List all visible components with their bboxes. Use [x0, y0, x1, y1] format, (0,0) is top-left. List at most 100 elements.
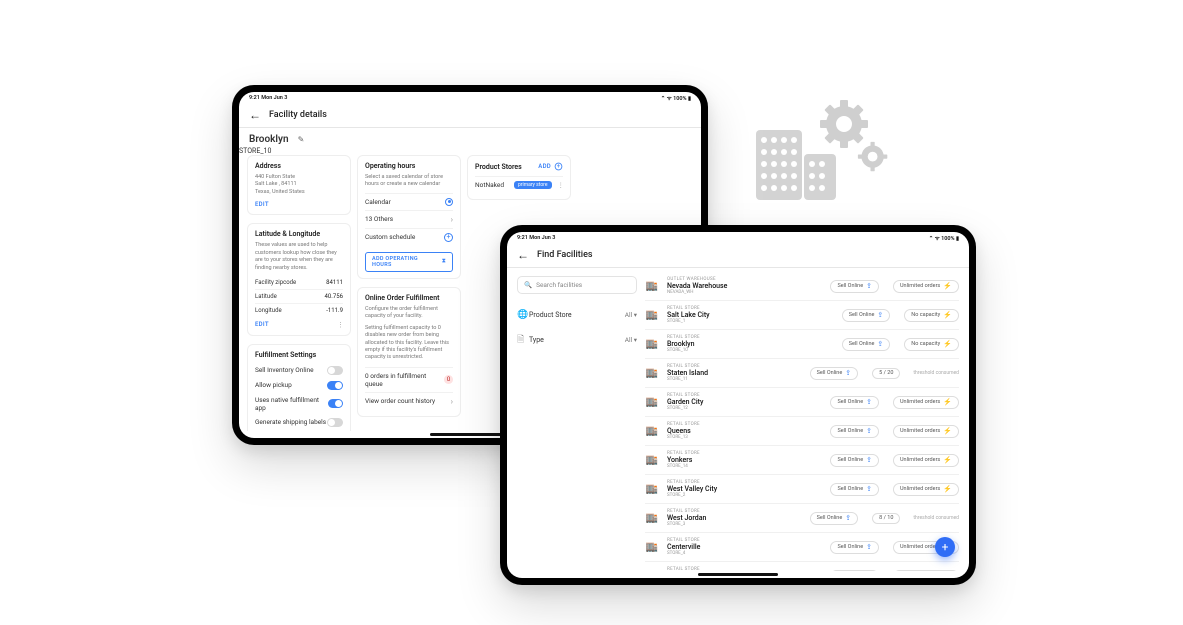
upload-icon: ⇪ — [877, 311, 883, 319]
facility-row[interactable]: 🏬OUTLET WAREHOUSENevada WarehouseNEVADA_… — [645, 272, 959, 301]
sell-online-chip[interactable]: Sell Online ⇪ — [830, 396, 879, 409]
chevron-right-icon: › — [451, 215, 453, 224]
sell-online-chip[interactable]: Sell Online ⇪ — [830, 280, 879, 293]
orders-chip[interactable]: Unlimited orders ⚡ — [893, 425, 959, 438]
document-icon: 🗎 — [517, 332, 529, 348]
facility-row[interactable]: 🏬RETAIL STOREYonkersSTORE_14Sell Online … — [645, 446, 959, 475]
upload-icon: ⇪ — [866, 485, 872, 493]
tablet-find-facilities: 9:21 Mon Jun 3⌃ ᯤ 100% ▮ ← Find Faciliti… — [500, 225, 976, 585]
upload-icon: ⇪ — [866, 398, 872, 406]
edit-latlong-button[interactable]: EDIT — [255, 321, 269, 328]
toggle[interactable] — [328, 399, 343, 408]
orders-chip[interactable]: Unlimited orders ⚡ — [893, 396, 959, 409]
facility-row[interactable]: 🏬RETAIL STORECentervilleSTORE_4Sell Onli… — [645, 533, 959, 562]
fulfill-toggle-row: Allow pickup — [255, 378, 343, 393]
sell-online-chip[interactable]: Sell Online ⇪ — [830, 454, 879, 467]
sell-online-chip[interactable]: Sell Online ⇪ — [830, 541, 879, 554]
fulfill-title: Fulfillment Settings — [255, 351, 343, 359]
edit-name-icon[interactable]: ✎ — [298, 135, 305, 144]
search-input[interactable]: 🔍 Search facilities — [517, 276, 637, 294]
store-icon: 🏬 — [645, 281, 659, 292]
toggle[interactable] — [327, 381, 343, 390]
store-icon: 🏬 — [645, 513, 659, 524]
facility-row[interactable]: 🏬RETAIL STOREGarden CitySTORE_12Sell Onl… — [645, 388, 959, 417]
latlong-title: Latitude & Longitude — [255, 230, 343, 238]
store-icon: 🏬 — [645, 571, 659, 572]
flash-icon: ⚡ — [943, 398, 952, 406]
orders-count-chip[interactable]: 8 / 10 — [872, 513, 900, 524]
edit-address-button[interactable]: EDIT — [255, 201, 343, 208]
store-icon: 🏬 — [645, 426, 659, 437]
toolbar: ← Facility details — [239, 104, 701, 128]
add-circle-icon: + — [444, 233, 453, 242]
status-bar: 9:21 Mon Jun 3⌃ ᯤ 100% ▮ — [507, 232, 969, 244]
add-circle-icon: + — [555, 163, 563, 171]
store-icon: 🏬 — [645, 397, 659, 408]
back-icon[interactable]: ← — [249, 109, 261, 121]
product-store-row: NotNaked primary store ⋮ — [475, 176, 563, 193]
fulfill-toggle-row: Uses native fulfillment app — [255, 393, 343, 415]
orders-count-chip[interactable]: 5 / 20 — [872, 368, 900, 379]
queue-row[interactable]: 0 orders in fulfillment queue 0 — [365, 367, 453, 392]
chevron-right-icon: › — [451, 397, 453, 406]
online-title: Online Order Fulfillment — [365, 294, 453, 302]
upload-icon: ⇪ — [845, 514, 851, 522]
filter-product-store[interactable]: 🌐 Product Store All ▾ — [517, 304, 637, 326]
sell-online-chip[interactable]: Sell Online ⇪ — [830, 570, 879, 572]
hours-others-row[interactable]: 13 Others › — [365, 210, 453, 228]
latlong-menu-icon[interactable]: ⋮ — [337, 321, 343, 329]
sell-online-chip[interactable]: Sell Online ⇪ — [842, 338, 891, 351]
queue-badge: 0 — [444, 375, 453, 384]
sell-online-chip[interactable]: Sell Online ⇪ — [810, 512, 859, 525]
orders-chip[interactable]: Unlimited orders ⚡ — [893, 454, 959, 467]
toggle[interactable] — [327, 366, 343, 375]
upload-icon: ⇪ — [866, 543, 872, 551]
history-row[interactable]: View order count history › — [365, 392, 453, 410]
orders-chip[interactable]: Unlimited orders ⚡ — [893, 483, 959, 496]
sell-online-chip[interactable]: Sell Online ⇪ — [830, 425, 879, 438]
flash-icon: ⚡ — [943, 427, 952, 435]
globe-icon: 🌐 — [517, 310, 529, 320]
decorative-building-gears — [748, 100, 888, 220]
product-stores-title: Product Stores — [475, 163, 522, 171]
sell-online-chip[interactable]: Sell Online ⇪ — [810, 367, 859, 380]
facility-row[interactable]: 🏬RETAIL STOREWest JordanSTORE_3Sell Onli… — [645, 504, 959, 533]
fulfill-toggle-row: Sell Inventory Online — [255, 363, 343, 378]
store-icon: 🏬 — [645, 310, 659, 321]
facility-row[interactable]: 🏬RETAIL STORESouth JordanSTORE_5Sell Onl… — [645, 562, 959, 571]
add-facility-fab[interactable]: + — [935, 537, 955, 557]
page-title: Facility details — [269, 110, 327, 120]
online-fulfillment-card: Online Order Fulfillment Configure the o… — [357, 287, 461, 417]
orders-chip[interactable]: Unlimited orders ⚡ — [893, 280, 959, 293]
orders-chip[interactable]: No capacity ⚡ — [904, 338, 959, 351]
sell-online-chip[interactable]: Sell Online ⇪ — [830, 483, 879, 496]
add-hours-button[interactable]: ADD OPERATING HOURS⧗ — [365, 252, 453, 272]
operating-hours-card: Operating hours Select a saved calendar … — [357, 155, 461, 279]
facility-row[interactable]: 🏬RETAIL STOREBrooklynSTORE_10Sell Online… — [645, 330, 959, 359]
facility-row[interactable]: 🏬RETAIL STOREStaten IslandSTORE_11Sell O… — [645, 359, 959, 388]
facility-row[interactable]: 🏬RETAIL STOREQueensSTORE_13Sell Online ⇪… — [645, 417, 959, 446]
facility-row[interactable]: 🏬RETAIL STORESalt Lake CitySTORE_1Sell O… — [645, 301, 959, 330]
radio-on-icon — [445, 198, 453, 206]
flash-icon: ⚡ — [943, 311, 952, 319]
store-row-menu-icon[interactable]: ⋮ — [558, 181, 564, 189]
upload-icon: ⇪ — [866, 282, 872, 290]
latlong-card: Latitude & Longitude These values are us… — [247, 223, 351, 336]
latlong-row: Facility zipcode84111 — [255, 276, 343, 289]
orders-chip[interactable]: No capacity ⚡ — [904, 309, 959, 322]
latlong-row: Latitude40.756 — [255, 289, 343, 303]
upload-icon: ⇪ — [866, 456, 872, 464]
add-product-store-button[interactable]: ADD — [538, 163, 551, 170]
hours-custom-row[interactable]: Custom schedule + — [365, 228, 453, 246]
hours-calendar-row[interactable]: Calendar — [365, 193, 453, 210]
address-title: Address — [255, 162, 343, 170]
filter-type[interactable]: 🗎 Type All ▾ — [517, 326, 637, 354]
address-card: Address 440 Fulton State Salt Lake , 841… — [247, 155, 351, 215]
orders-chip[interactable]: Unlimited orders ⚡ — [893, 570, 959, 572]
facility-row[interactable]: 🏬RETAIL STOREWest Valley CitySTORE_2Sell… — [645, 475, 959, 504]
product-stores-card: Product Stores ADD + NotNaked primary st… — [467, 155, 571, 200]
toggle[interactable] — [327, 418, 343, 427]
sell-online-chip[interactable]: Sell Online ⇪ — [842, 309, 891, 322]
clock-icon: ⧗ — [442, 258, 446, 265]
back-icon[interactable]: ← — [517, 249, 529, 261]
